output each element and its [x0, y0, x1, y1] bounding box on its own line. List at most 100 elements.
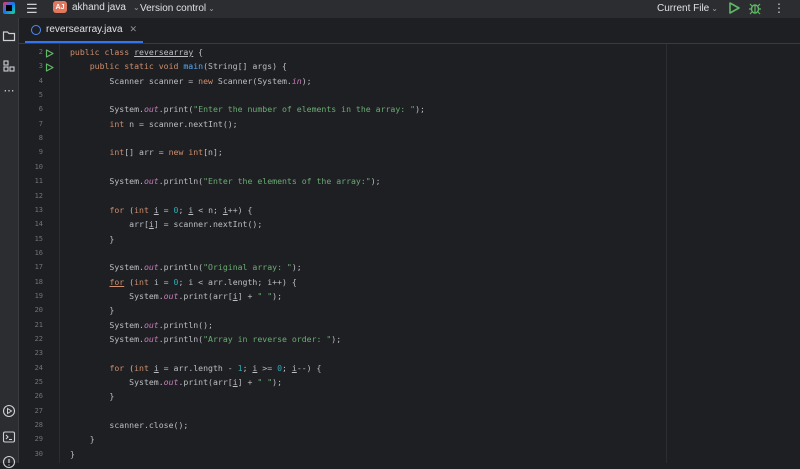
code-token: main — [183, 61, 204, 72]
problems-icon[interactable] — [2, 455, 16, 469]
line-number: 18 — [34, 277, 43, 286]
line-number: 25 — [34, 378, 43, 387]
main-menu-icon[interactable]: ☰ — [26, 0, 38, 18]
code-token: public static void — [70, 61, 184, 72]
run-icon[interactable] — [727, 1, 741, 15]
project-folder-icon[interactable] — [2, 29, 16, 43]
code-line[interactable]: public class reversearray { — [70, 47, 203, 57]
left-tool-strip: ⋯ — [0, 18, 19, 469]
code-token: Scanner(System. — [217, 75, 292, 86]
code-token: System. — [70, 104, 144, 115]
code-line[interactable]: for (int i = 0; i < n; i++) { — [70, 205, 252, 215]
code-token: ); — [291, 262, 302, 273]
code-token: ; — [282, 362, 292, 373]
code-line[interactable]: Scanner scanner = new Scanner(System.in)… — [70, 75, 311, 86]
run-config-label: Current File — [657, 3, 710, 14]
code-token: < n; — [193, 204, 223, 215]
code-line[interactable]: } — [70, 305, 114, 315]
line-number: 15 — [34, 234, 43, 243]
code-token: out — [143, 104, 159, 115]
line-number: 20 — [34, 306, 43, 315]
code-token: new — [198, 75, 218, 86]
code-line[interactable]: for (int i = 0; i < arr.length; i++) { — [70, 276, 297, 287]
code-line[interactable]: System.out.println(); — [70, 320, 213, 330]
code-editor[interactable]: 2 3 4 5 6 7 8 9 10 11 12 13 14 15 16 17 18 19 20 21 22 23 24 25… — [19, 44, 800, 463]
code-token: ] + — [237, 377, 258, 388]
code-token: ] = scanner.nextInt(); — [153, 219, 263, 230]
line-number: 10 — [34, 162, 43, 171]
more-options-icon[interactable]: ⋮ — [773, 1, 785, 15]
tab-reversearray-java[interactable]: reversearray.java ✕ — [25, 18, 144, 43]
line-number: 11 — [34, 177, 43, 186]
code-token: n = scanner.nextInt(); — [129, 118, 238, 129]
code-line[interactable]: System.out.print("Enter the number of el… — [70, 104, 425, 114]
code-line[interactable]: public static void main(String[] args) { — [70, 61, 287, 71]
code-token: .println( — [158, 176, 204, 187]
code-token: public class — [70, 47, 135, 57]
code-token: --) { — [296, 362, 322, 373]
code-token: .println( — [158, 334, 204, 344]
line-number: 3 — [38, 62, 43, 71]
right-margin-guide — [666, 44, 667, 463]
code-token: ; — [178, 204, 189, 215]
code-token: (String[] args) { — [203, 61, 287, 72]
code-line[interactable]: } — [70, 434, 95, 444]
code-token: } — [70, 448, 75, 459]
code-line[interactable]: System.out.println("Array in reverse ord… — [70, 334, 341, 344]
services-icon[interactable] — [2, 404, 16, 418]
line-number: 2 — [38, 48, 43, 56]
code-token: int — [134, 362, 154, 373]
line-number: 27 — [34, 406, 43, 415]
run-class-gutter-icon[interactable] — [45, 49, 54, 58]
code-token: "Enter the elements of the array:" — [203, 176, 371, 187]
line-number: 21 — [34, 320, 43, 329]
app-logo-icon — [3, 2, 15, 14]
code-line[interactable]: } — [70, 449, 75, 459]
code-line[interactable]: System.out.print(arr[i] + " "); — [70, 377, 282, 387]
more-tools-icon[interactable]: ⋯ — [2, 84, 16, 98]
project-selector[interactable]: AJ akhand java ⌄ — [53, 1, 140, 13]
code-line[interactable]: int n = scanner.nextInt(); — [70, 118, 238, 129]
editor-tab-bar: reversearray.java ✕ — [19, 18, 800, 44]
code-token: } — [70, 434, 95, 445]
code-token: .println(); — [158, 319, 213, 330]
code-token: .print(arr[ — [178, 377, 233, 388]
code-line[interactable]: arr[i] = scanner.nextInt(); — [70, 219, 262, 229]
code-token: ( — [124, 276, 135, 287]
line-number: 22 — [34, 335, 43, 343]
code-token: ; — [242, 362, 253, 373]
close-icon[interactable]: ✕ — [130, 24, 138, 35]
version-control-selector[interactable]: Version control ⌄ — [140, 3, 215, 14]
code-line[interactable]: } — [70, 234, 114, 244]
code-token: for — [109, 204, 130, 215]
code-line[interactable]: System.out.println("Original array: "); — [70, 262, 302, 273]
terminal-icon[interactable] — [2, 430, 16, 444]
code-line[interactable]: int[] arr = new int[n]; — [70, 147, 222, 157]
code-token: scanner.close(); — [70, 420, 189, 431]
code-line[interactable]: System.out.println("Enter the elements o… — [70, 176, 380, 187]
code-line[interactable]: System.out.print(arr[i] + " "); — [70, 291, 282, 301]
structure-icon[interactable] — [2, 59, 16, 73]
code-line[interactable]: scanner.close(); — [70, 420, 188, 430]
code-token: } — [70, 305, 115, 316]
run-config-selector[interactable]: Current File ⌄ — [657, 3, 718, 14]
code-token: for — [109, 276, 125, 287]
code-token: ); — [415, 104, 425, 115]
code-token: ++) { — [227, 204, 253, 215]
code-token: ; i < arr.length; i++) { — [178, 276, 297, 287]
line-number: 24 — [34, 363, 43, 372]
line-number: 7 — [38, 119, 43, 128]
code-line[interactable]: } — [70, 391, 114, 401]
code-token: System. — [70, 334, 144, 344]
debug-icon[interactable] — [748, 1, 762, 15]
line-number: 14 — [34, 220, 43, 229]
run-main-gutter-icon[interactable] — [45, 63, 54, 72]
code-line[interactable]: for (int i = arr.length - 1; i >= 0; i--… — [70, 363, 321, 373]
code-token: System. — [70, 262, 144, 273]
java-class-icon — [31, 24, 41, 35]
code-token: ); — [272, 377, 283, 388]
code-token: } — [70, 233, 115, 244]
code-token: arr[ — [70, 219, 149, 230]
